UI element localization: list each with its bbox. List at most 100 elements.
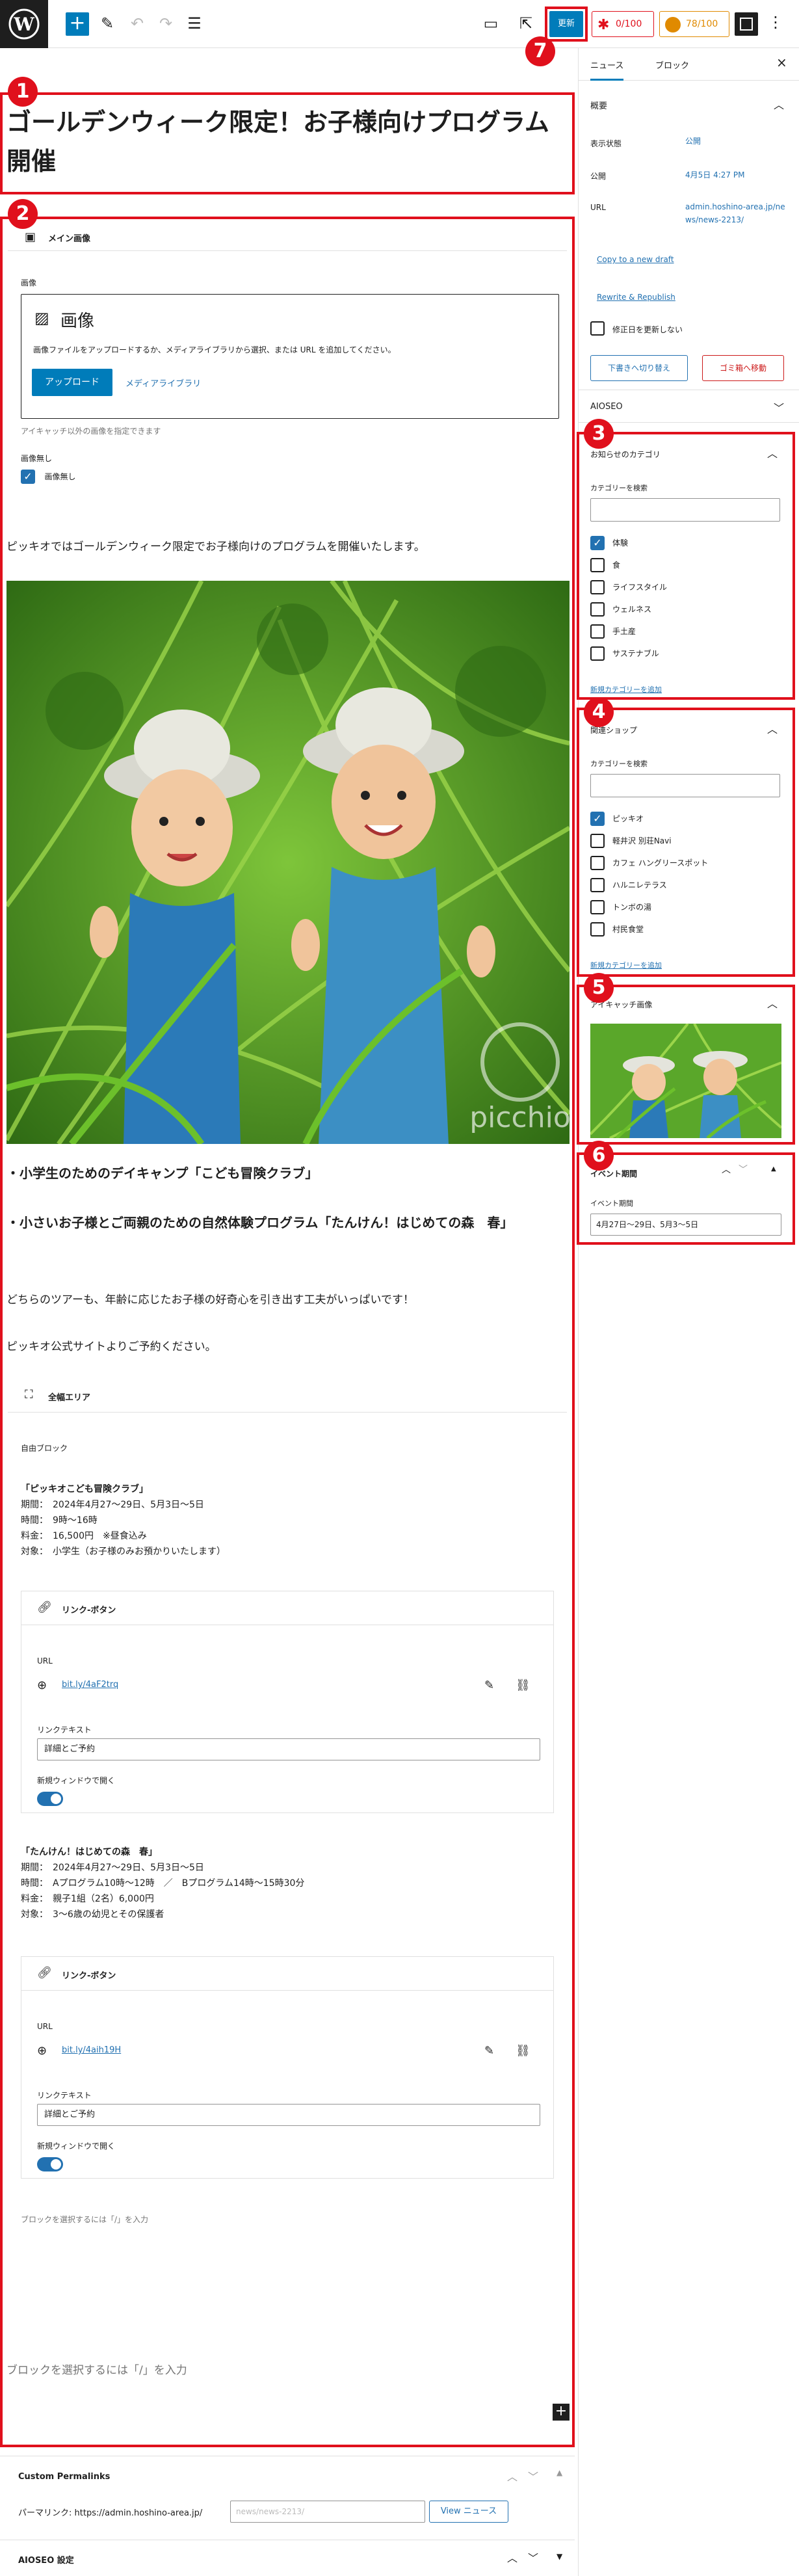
tab-news[interactable]: ニュース bbox=[590, 59, 624, 81]
post-title[interactable]: ゴールデンウィーク限定！お子様向けプログラム開催 bbox=[7, 103, 570, 181]
options-menu-icon[interactable]: ⋮ bbox=[766, 13, 785, 33]
seo-score-button[interactable]: ✱ 0/100 bbox=[592, 11, 654, 37]
shop-item[interactable]: ✓ ピッキオ bbox=[590, 812, 644, 826]
eyecatch-image[interactable] bbox=[590, 1024, 781, 1138]
program-1-text[interactable]: 「ピッキオこども冒険クラブ」 期間： 2024年4月27〜29日、5月3日〜5日… bbox=[21, 1481, 226, 1560]
edit-tool-icon[interactable]: ✎ bbox=[98, 14, 117, 34]
category-item[interactable]: サステナブル bbox=[590, 646, 659, 661]
chevron-up-icon[interactable]: ︿ bbox=[767, 721, 778, 736]
checkbox[interactable] bbox=[590, 646, 605, 661]
move-up-icon[interactable]: ︿ bbox=[507, 2468, 517, 2484]
category-item[interactable]: ✓ 体験 bbox=[590, 536, 628, 550]
link-button-block-1[interactable]: 🔗︎ リンク-ボタン URL ⊕ bit.ly/4aF2trq ✎ ⛓ リンクテ… bbox=[21, 1591, 554, 1813]
checkbox-checked[interactable]: ✓ bbox=[590, 536, 605, 550]
program-2-text[interactable]: 「たんけん！はじめての森 春」 期間： 2024年4月27〜29日、5月3日〜5… bbox=[21, 1844, 304, 1922]
move-down-icon[interactable]: ﹀ bbox=[528, 2549, 538, 2565]
document-overview-icon[interactable]: ☰ bbox=[185, 14, 204, 34]
redo-icon[interactable]: ↷ bbox=[156, 14, 176, 34]
content-heading-2[interactable]: ・小さいお子様とご両親のための自然体験プログラム「たんけん！はじめての森 春」 bbox=[7, 1211, 566, 1234]
toggle-panel-icon[interactable]: ▲ bbox=[771, 1165, 776, 1173]
event-period-input[interactable]: 4月27日〜29日、5月3〜5日 bbox=[590, 1214, 781, 1236]
chevron-up-icon[interactable]: ︿ bbox=[774, 96, 784, 112]
checkbox[interactable] bbox=[590, 856, 605, 870]
upload-button[interactable]: アップロード bbox=[32, 369, 112, 396]
checkbox[interactable] bbox=[590, 922, 605, 936]
link-url[interactable]: bit.ly/4aih19H bbox=[62, 2045, 121, 2055]
no-update-checkbox[interactable] bbox=[590, 321, 605, 336]
checkbox[interactable] bbox=[590, 558, 605, 572]
move-down-icon[interactable]: ﹀ bbox=[739, 1163, 748, 1176]
toggle-panel-icon[interactable]: ▲ bbox=[557, 2468, 562, 2477]
new-window-toggle[interactable] bbox=[37, 2157, 63, 2171]
link-url[interactable]: bit.ly/4aF2trq bbox=[62, 1680, 118, 1690]
edit-link-icon[interactable]: ✎ bbox=[484, 2044, 494, 2058]
checkbox[interactable] bbox=[590, 602, 605, 617]
category-item[interactable]: 食 bbox=[590, 558, 620, 572]
shop-item[interactable]: 村民食堂 bbox=[590, 922, 644, 936]
checkbox-checked[interactable]: ✓ bbox=[590, 812, 605, 826]
permalink-input[interactable]: news/news-2213/ bbox=[230, 2501, 425, 2523]
content-heading-1[interactable]: ・小学生のためのデイキャンプ「こども冒険クラブ」 bbox=[7, 1163, 566, 1182]
shop-item[interactable]: 軽井沢 別荘Navi bbox=[590, 834, 672, 848]
chevron-up-icon[interactable]: ︿ bbox=[767, 995, 778, 1011]
aioseo-panel[interactable]: AIOSEO ﹀ bbox=[579, 390, 799, 423]
visibility-value[interactable]: 公開 bbox=[685, 135, 701, 146]
url-value[interactable]: admin.hoshino-area.jp/news/news-2213/ bbox=[685, 200, 789, 226]
fullwidth-area-block[interactable]: ⛶ 全幅エリア bbox=[8, 1380, 567, 1413]
checkbox[interactable] bbox=[590, 834, 605, 848]
add-shop-link[interactable]: 新規カテゴリーを追加 bbox=[590, 960, 662, 970]
no-image-checkbox-row[interactable]: ✓ 画像無し bbox=[21, 470, 75, 484]
unlink-icon[interactable]: ⛓ bbox=[516, 2044, 530, 2058]
update-button[interactable]: 更新 bbox=[549, 11, 583, 37]
undo-icon[interactable]: ↶ bbox=[127, 14, 147, 34]
no-image-checkbox[interactable]: ✓ bbox=[21, 470, 35, 484]
media-library-button[interactable]: メディアライブラリ bbox=[125, 377, 201, 389]
shop-item[interactable]: ハルニレテラス bbox=[590, 878, 667, 892]
news-category-title[interactable]: お知らせのカテゴリ bbox=[590, 449, 661, 460]
publish-value[interactable]: 4月5日 4:27 PM bbox=[685, 169, 744, 180]
view-post-icon[interactable]: ⇱ bbox=[516, 14, 536, 34]
shop-item[interactable]: カフェ ハングリースポット bbox=[590, 856, 708, 870]
content-photo[interactable]: picchio bbox=[7, 581, 570, 1144]
link-button-block-2[interactable]: 🔗︎ リンク-ボタン URL ⊕ bit.ly/4aih19H ✎ ⛓ リンクテ… bbox=[21, 1956, 554, 2179]
close-icon[interactable]: × bbox=[776, 55, 787, 70]
checkbox[interactable] bbox=[590, 580, 605, 594]
category-search-input[interactable] bbox=[590, 498, 780, 522]
category-item[interactable]: 手土産 bbox=[590, 624, 636, 639]
content-paragraph-2[interactable]: ピッキオ公式サイトよりご予約ください。 bbox=[7, 1337, 216, 1353]
shop-search-input[interactable] bbox=[590, 774, 780, 797]
summary-title[interactable]: 概要 bbox=[590, 99, 607, 111]
intro-paragraph[interactable]: ピッキオではゴールデンウィーク限定でお子様向けのプログラムを開催いたします。 bbox=[7, 537, 425, 553]
toggle-panel-icon[interactable]: ▼ bbox=[557, 2552, 562, 2561]
category-item[interactable]: ウェルネス bbox=[590, 602, 651, 617]
checkbox[interactable] bbox=[590, 878, 605, 892]
add-block-button[interactable]: + bbox=[66, 12, 89, 36]
switch-to-draft-button[interactable]: 下書きへ切り替え bbox=[590, 355, 688, 381]
preview-device-icon[interactable]: ▭ bbox=[481, 14, 501, 34]
tab-block[interactable]: ブロック bbox=[655, 59, 689, 71]
rewrite-republish-link[interactable]: Rewrite & Republish bbox=[597, 293, 675, 302]
checkbox[interactable] bbox=[590, 624, 605, 639]
outer-block-placeholder[interactable]: ブロックを選択するには「/」を入力 bbox=[7, 2361, 187, 2377]
append-block-button[interactable]: + bbox=[553, 2404, 570, 2421]
settings-sidebar-toggle[interactable] bbox=[735, 12, 758, 36]
category-item[interactable]: ライフスタイル bbox=[590, 580, 667, 594]
move-to-trash-button[interactable]: ゴミ箱へ移動 bbox=[702, 355, 784, 381]
unlink-icon[interactable]: ⛓ bbox=[516, 1679, 530, 1692]
checkbox[interactable] bbox=[590, 900, 605, 914]
add-category-link[interactable]: 新規カテゴリーを追加 bbox=[590, 684, 662, 695]
chevron-up-icon[interactable]: ︿ bbox=[767, 445, 778, 460]
wordpress-logo-button[interactable]: W bbox=[0, 0, 48, 48]
copy-draft-link[interactable]: Copy to a new draft bbox=[597, 255, 674, 264]
view-news-button[interactable]: View ニュース bbox=[429, 2501, 508, 2523]
edit-link-icon[interactable]: ✎ bbox=[484, 1679, 494, 1692]
link-text-input[interactable]: 詳細とご予約 bbox=[37, 2104, 540, 2126]
content-paragraph-1[interactable]: どちらのツアーも、年齢に応じたお子様の好奇心を引き出す工夫がいっぱいです！ bbox=[7, 1290, 414, 1307]
readability-score-button[interactable]: 78/100 bbox=[659, 11, 729, 37]
move-up-icon[interactable]: ︿ bbox=[722, 1163, 731, 1176]
shop-item[interactable]: トンボの湯 bbox=[590, 900, 651, 914]
move-up-icon[interactable]: ︿ bbox=[507, 2549, 517, 2565]
link-text-input[interactable]: 詳細とご予約 bbox=[37, 1738, 540, 1760]
move-down-icon[interactable]: ﹀ bbox=[528, 2468, 538, 2484]
inner-block-placeholder[interactable]: ブロックを選択するには「/」を入力 bbox=[21, 2214, 148, 2225]
